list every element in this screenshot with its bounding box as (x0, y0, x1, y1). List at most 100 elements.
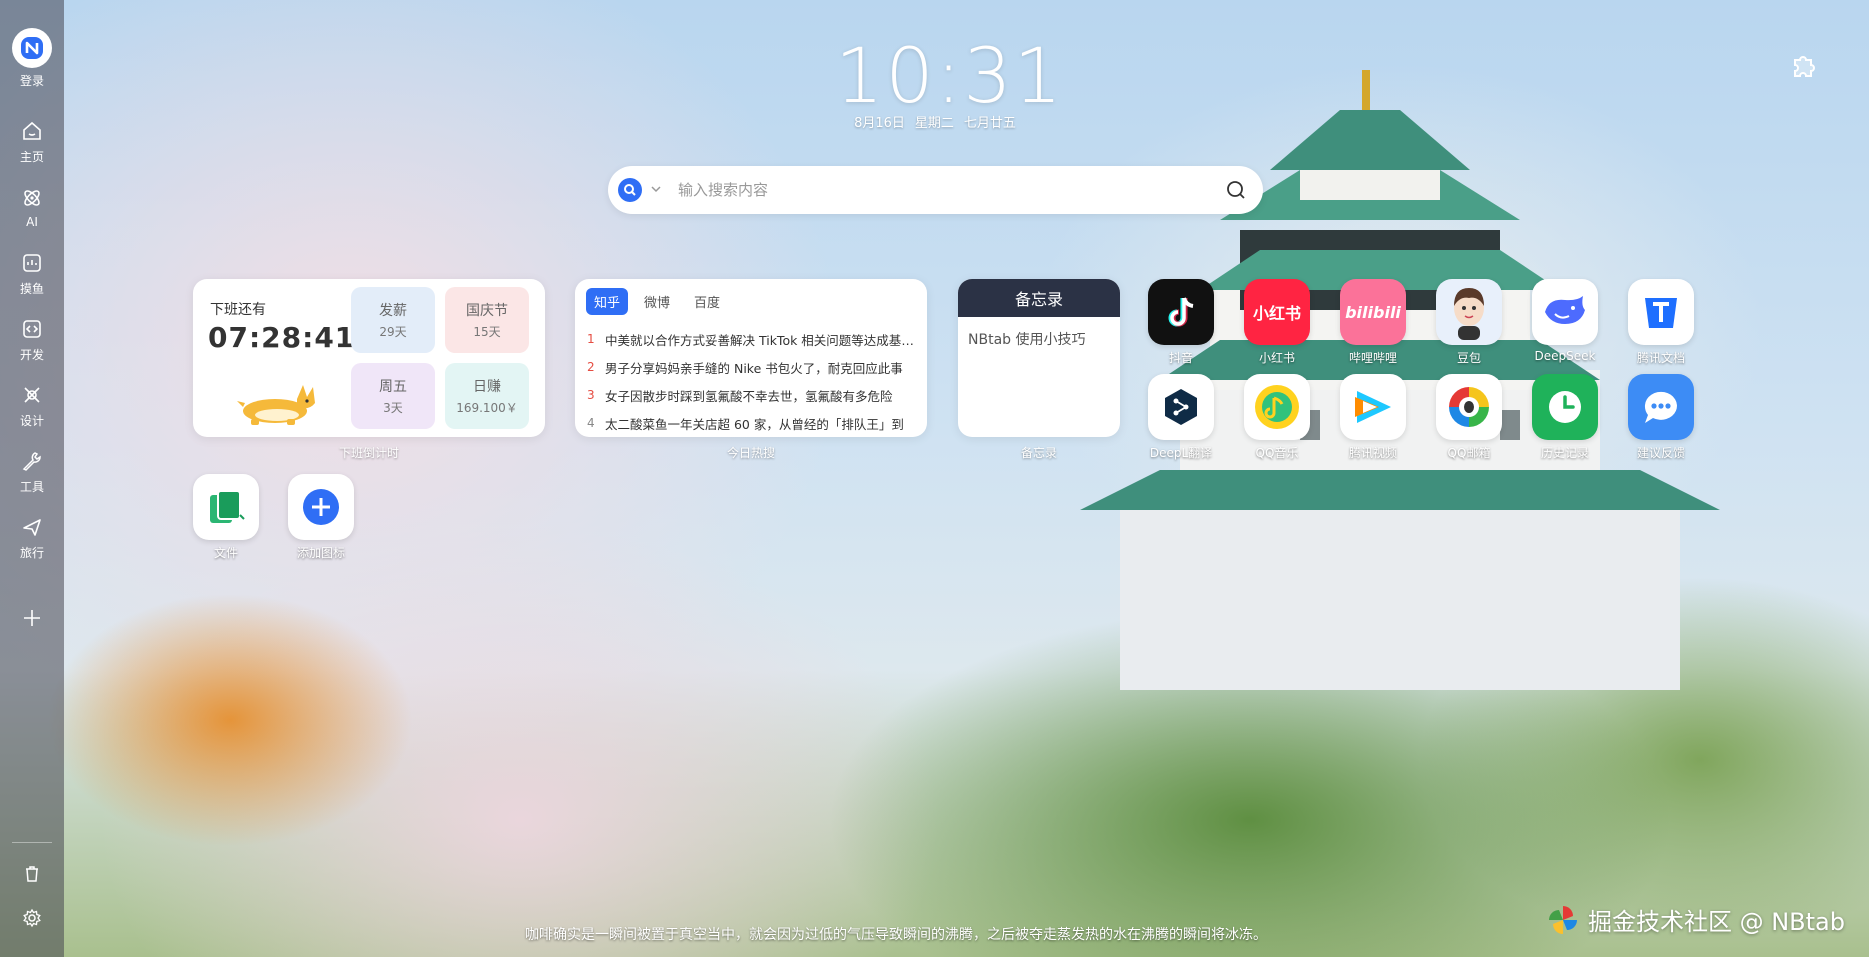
sidebar-item-dev[interactable]: 开发 (0, 307, 64, 373)
rank-number: 1 (587, 332, 595, 346)
hot-search-widget: 知乎 微博 百度 1 中美就以合作方式妥善解决 TikTok 相关问题等达成基本框… (575, 279, 927, 437)
search-button[interactable] (1221, 175, 1251, 205)
payday-tile: 发薪 29天 (351, 287, 435, 353)
app-name: 腾讯文档 (1636, 351, 1685, 365)
hot-item-text[interactable]: 男子分享妈妈亲手缝的 Nike 书包火了，耐克回应此事 (605, 358, 917, 377)
sidebar-item-label: 开发 (19, 347, 44, 362)
sidebar-item-travel[interactable]: 旅行 (0, 505, 64, 571)
app-name: QQ音乐 (1255, 446, 1299, 460)
ai-icon (24, 190, 40, 206)
add-icon-button[interactable]: 添加图标 (288, 474, 354, 561)
sidebar-item-ai[interactable]: AI (0, 175, 64, 241)
hot-item-text[interactable]: 女子因散步时踩到氢氟酸不幸去世，氢氟酸有多危险 (605, 386, 917, 405)
national-day-tile: 国庆节 15天 (445, 287, 529, 353)
hot-caption: 今日热搜 (726, 446, 775, 460)
add-category-button[interactable] (0, 585, 64, 651)
douyin-icon (1148, 279, 1214, 345)
watermark: 掘金技术社区 @ NBtab (1546, 902, 1845, 937)
memo-title: 备忘录 (958, 279, 1120, 317)
app-name: DeepL翻译 (1149, 446, 1213, 460)
sidebar-item-tools[interactable]: 工具 (0, 439, 64, 505)
login-area[interactable]: 登录 (12, 28, 52, 89)
app-bilibili[interactable]: bilibili 哔哩哔哩 (1340, 279, 1406, 366)
rank-number: 4 (587, 416, 595, 430)
app-qqmusic[interactable]: QQ音乐 (1244, 374, 1310, 461)
list-item[interactable]: 1 中美就以合作方式妥善解决 TikTok 相关问题等达成基本框架共识 (587, 325, 917, 353)
qqmail-icon (1436, 374, 1502, 440)
tab-baidu[interactable]: 百度 (686, 288, 728, 315)
hot-item-text[interactable]: 太二酸菜鱼一年关店超 60 家，从曾经的「排队王」到 (605, 414, 917, 433)
settings-button[interactable] (17, 903, 47, 933)
tab-weibo[interactable]: 微博 (636, 288, 678, 315)
search-icon (1227, 181, 1245, 199)
search-engine-selector[interactable] (618, 178, 642, 202)
tile-value: 169.100￥ (456, 401, 518, 415)
countdown-timer: 07:28:41 (208, 321, 356, 354)
deepl-icon (1148, 374, 1214, 440)
plugin-button[interactable] (1789, 50, 1819, 80)
nbtab-logo-icon[interactable] (12, 28, 52, 68)
tool-icon (22, 451, 41, 471)
search-engine-icon (624, 184, 636, 196)
app-files[interactable]: 文件 (193, 474, 259, 561)
tile-title: 日赚 (473, 379, 501, 395)
app-feedback[interactable]: 建议反馈 (1628, 374, 1694, 461)
app-doubao[interactable]: 豆包 (1436, 279, 1502, 366)
app-tencent-video[interactable]: 腾讯视频 (1340, 374, 1406, 461)
app-history[interactable]: 历史记录 (1532, 374, 1598, 461)
add-icon (288, 474, 354, 540)
plus-icon (24, 610, 40, 626)
tab-zhihu[interactable]: 知乎 (586, 288, 629, 315)
search-bar (608, 166, 1263, 214)
home-icon (23, 121, 41, 140)
list-item[interactable]: 3 女子因散步时踩到氢氟酸不幸去世，氢氟酸有多危险 (587, 381, 917, 409)
sidebar-item-fish[interactable]: 摸鱼 (0, 241, 64, 307)
app-name: 小红书 (1258, 351, 1295, 365)
memo-widget[interactable]: 备忘录 NBtab 使用小技巧 (958, 279, 1120, 437)
list-item[interactable]: 2 男子分享妈妈亲手缝的 Nike 书包火了，耐克回应此事 (587, 353, 917, 381)
trash-icon (26, 866, 38, 882)
countdown-tiles: 发薪 29天 国庆节 15天 周五 3天 日赚 169.100￥ (351, 287, 529, 429)
countdown-widget[interactable]: 下班还有 07:28:41 发薪 29天 国庆节 15天 周五 3天 日赚 16… (193, 279, 545, 437)
app-douyin[interactable]: 抖音 (1148, 279, 1214, 366)
deepseek-icon (1532, 279, 1598, 345)
gear-icon (23, 908, 41, 928)
app-name: 添加图标 (296, 546, 345, 560)
chevron-down-icon[interactable] (650, 183, 662, 198)
tencent-video-icon (1340, 374, 1406, 440)
clock-date: 8月16日 (854, 116, 905, 131)
login-label[interactable]: 登录 (20, 72, 44, 89)
watermark-text: 掘金技术社区 @ NBtab (1587, 908, 1845, 936)
fish-icon (23, 253, 41, 272)
memo-content[interactable]: NBtab 使用小技巧 (958, 317, 1120, 361)
tile-value: 15天 (473, 325, 501, 339)
corgi-icon (237, 385, 315, 425)
search-input[interactable] (678, 181, 1221, 199)
sidebar-item-home[interactable]: 主页 (0, 109, 64, 175)
countdown-label: 下班还有 (210, 302, 266, 318)
sidebar-item-label: AI (26, 215, 38, 229)
friday-tile: 周五 3天 (351, 363, 435, 429)
sidebar: 登录 主页 AI 摸鱼 开发 设计 工具 旅行 (0, 0, 64, 957)
app-xiaohongshu[interactable]: 小红书 小红书 (1244, 279, 1310, 366)
app-qqmail[interactable]: QQ邮箱 (1436, 374, 1502, 461)
app-deepl[interactable]: DeepL翻译 (1148, 374, 1214, 461)
pinwheel-icon (1548, 905, 1577, 934)
app-name: QQ邮箱 (1447, 446, 1491, 460)
countdown-caption: 下班倒计时 (338, 446, 399, 460)
tile-title: 周五 (379, 379, 407, 395)
memo-caption: 备忘录 (1020, 446, 1057, 460)
hot-item-text[interactable]: 中美就以合作方式妥善解决 TikTok 相关问题等达成基本框架共识 (605, 330, 917, 349)
trash-button[interactable] (17, 859, 47, 889)
app-tencent-docs[interactable]: 腾讯文档 (1628, 279, 1694, 366)
tile-title: 发薪 (379, 303, 407, 319)
sidebar-item-label: 摸鱼 (19, 281, 44, 296)
app-name: 腾讯视频 (1348, 446, 1397, 460)
app-name: 历史记录 (1540, 446, 1589, 460)
rank-number: 3 (587, 388, 595, 402)
sidebar-item-design[interactable]: 设计 (0, 373, 64, 439)
code-icon (23, 319, 41, 338)
app-deepseek[interactable]: DeepSeek (1532, 279, 1598, 363)
list-item[interactable]: 4 太二酸菜鱼一年关店超 60 家，从曾经的「排队王」到 (587, 409, 917, 437)
hot-list: 1 中美就以合作方式妥善解决 TikTok 相关问题等达成基本框架共识 2 男子分享… (587, 325, 917, 437)
